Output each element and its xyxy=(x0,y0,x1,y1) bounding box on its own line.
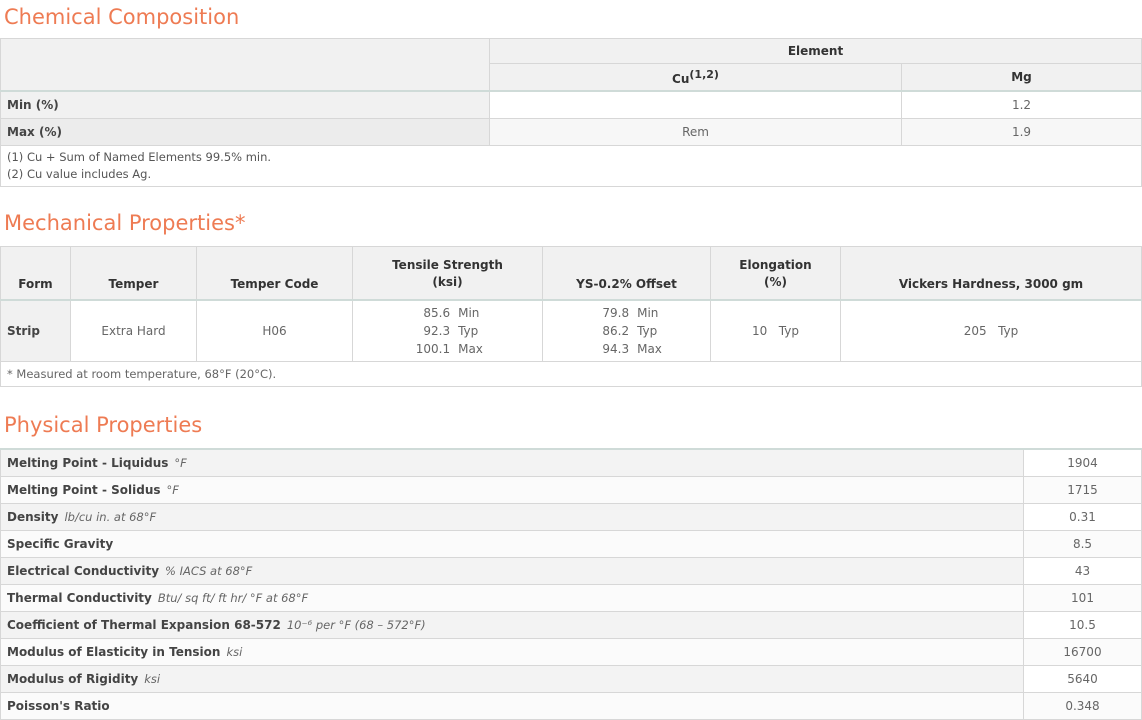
property-unit: ksi xyxy=(226,645,243,659)
chem-corner-header xyxy=(0,38,490,92)
property-value-coefficient-of-thermal-expansion-68-572: 10.5 xyxy=(1023,611,1142,639)
table-row: Melting Point - Solidus °F 1715 xyxy=(0,476,1142,504)
property-label-melting-point-liquidus: Melting Point - Liquidus °F xyxy=(0,448,1024,477)
property-unit: ksi xyxy=(144,672,161,686)
element-cu-name: Cu xyxy=(672,72,690,86)
property-value-melting-point-solidus: 1715 xyxy=(1023,476,1142,504)
table-row: Min (%) 1.2 xyxy=(0,90,1142,119)
property-label-melting-point-solidus: Melting Point - Solidus °F xyxy=(0,476,1024,504)
table-row: Thermal Conductivity Btu/ sq ft/ ft hr/ °… xyxy=(0,584,1142,612)
footnote-1: (1) Cu + Sum of Named Elements 99.5% min… xyxy=(7,150,272,164)
property-label-specific-gravity: Specific Gravity xyxy=(0,530,1024,558)
property-value-thermal-conductivity: 101 xyxy=(1023,584,1142,612)
header-yield-strength: YS-0.2% Offset xyxy=(542,246,711,301)
property-unit: °F xyxy=(174,456,187,470)
property-label-modulus-of-rigidity: Modulus of Rigidity ksi xyxy=(0,665,1024,693)
table-row: Strip Extra Hard H06 85.6 Min 92.3 Typ 100… xyxy=(0,299,1142,362)
property-value-specific-gravity: 8.5 xyxy=(1023,530,1142,558)
chemical-composition-title: Chemical Composition xyxy=(4,5,240,29)
table-row: Coefficient of Thermal Expansion 68-572 1… xyxy=(0,611,1142,639)
header-elongation: Elongation (%) xyxy=(710,246,841,301)
tensile-strength-values: 85.6 Min 92.3 Typ 100.1 Max xyxy=(352,299,543,362)
table-row: Electrical Conductivity % IACS at 68°F 43 xyxy=(0,557,1142,585)
temper-code-value: H06 xyxy=(196,299,353,362)
element-mg-name: Mg xyxy=(1011,70,1032,84)
property-name: Coefficient of Thermal Expansion 68-572 xyxy=(7,618,281,632)
temper-value: Extra Hard xyxy=(70,299,197,362)
row-label-min: Min (%) xyxy=(0,90,490,119)
mg-min-value: 1.2 xyxy=(901,90,1142,119)
property-label-electrical-conductivity: Electrical Conductivity % IACS at 68°F xyxy=(0,557,1024,585)
table-row: Poisson's Ratio 0.348 xyxy=(0,692,1142,720)
mechanical-properties-title: Mechanical Properties* xyxy=(4,211,246,235)
property-value-poisson-s-ratio: 0.348 xyxy=(1023,692,1142,720)
property-unit: % IACS at 68°F xyxy=(165,564,253,578)
cu-min-value xyxy=(489,90,902,119)
property-name: Poisson's Ratio xyxy=(7,699,110,713)
property-name: Electrical Conductivity xyxy=(7,564,160,578)
property-unit: lb/cu in. at 68°F xyxy=(64,510,157,524)
element-column-cu: Cu(1,2) xyxy=(489,63,902,92)
table-row: Specific Gravity 8.5 xyxy=(0,530,1142,558)
element-cu-footnote-ref: (1,2) xyxy=(689,68,719,81)
property-name: Modulus of Elasticity in Tension xyxy=(7,645,221,659)
footnote-2: (2) Cu value includes Ag. xyxy=(7,167,152,181)
chemical-composition-table: Element Cu(1,2) Mg Min (%) 1.2 Max (%) R… xyxy=(0,38,1142,187)
property-label-poisson-s-ratio: Poisson's Ratio xyxy=(0,692,1024,720)
physical-properties-table: Melting Point - Liquidus °F 1904 Melting Po… xyxy=(0,448,1142,720)
table-row: Modulus of Rigidity ksi 5640 xyxy=(0,665,1142,693)
table-row: Modulus of Elasticity in Tension ksi 16700 xyxy=(0,638,1142,666)
property-unit: 10⁻⁶ per °F (68 – 572°F) xyxy=(286,618,426,632)
element-group-header: Element xyxy=(489,38,1142,64)
page: Chemical Composition Element Cu(1,2) Mg … xyxy=(0,3,1142,720)
element-column-mg: Mg xyxy=(901,63,1142,92)
mechanical-footnote: * Measured at room temperature, 68°F (20… xyxy=(0,361,1142,387)
property-name: Melting Point - Liquidus xyxy=(7,456,169,470)
header-tensile-strength: Tensile Strength (ksi) xyxy=(352,246,543,301)
mg-max-value: 1.9 xyxy=(901,118,1142,146)
property-label-thermal-conductivity: Thermal Conductivity Btu/ sq ft/ ft hr/ °… xyxy=(0,584,1024,612)
table-row: Density lb/cu in. at 68°F 0.31 xyxy=(0,503,1142,531)
mechanical-properties-table: Form Temper Temper Code Tensile Strength… xyxy=(0,246,1142,387)
property-value-electrical-conductivity: 43 xyxy=(1023,557,1142,585)
property-value-modulus-of-rigidity: 5640 xyxy=(1023,665,1142,693)
property-value-melting-point-liquidus: 1904 xyxy=(1023,448,1142,477)
property-value-density: 0.31 xyxy=(1023,503,1142,531)
hardness-value: 205 Typ xyxy=(840,299,1142,362)
property-value-modulus-of-elasticity-in-tension: 16700 xyxy=(1023,638,1142,666)
header-temper-code: Temper Code xyxy=(196,246,353,301)
property-label-density: Density lb/cu in. at 68°F xyxy=(0,503,1024,531)
header-vickers-hardness: Vickers Hardness, 3000 gm xyxy=(840,246,1142,301)
property-name: Density xyxy=(7,510,59,524)
header-temper: Temper xyxy=(70,246,197,301)
property-label-coefficient-of-thermal-expansion-68-572: Coefficient of Thermal Expansion 68-572 1… xyxy=(0,611,1024,639)
row-label-max: Max (%) xyxy=(0,118,490,146)
yield-strength-values: 79.8 Min 86.2 Typ 94.3 Max xyxy=(542,299,711,362)
property-unit: Btu/ sq ft/ ft hr/ °F at 68°F xyxy=(157,591,309,605)
table-row: Max (%) Rem 1.9 xyxy=(0,118,1142,146)
property-name: Modulus of Rigidity xyxy=(7,672,139,686)
elongation-value: 10 Typ xyxy=(710,299,841,362)
property-name: Thermal Conductivity xyxy=(7,591,152,605)
property-unit: °F xyxy=(166,483,179,497)
property-name: Specific Gravity xyxy=(7,537,114,551)
header-form: Form xyxy=(0,246,71,301)
chemical-footnotes: (1) Cu + Sum of Named Elements 99.5% min… xyxy=(0,145,1142,187)
cu-max-value: Rem xyxy=(489,118,902,146)
form-value: Strip xyxy=(0,299,71,362)
property-name: Melting Point - Solidus xyxy=(7,483,161,497)
table-row: Melting Point - Liquidus °F 1904 xyxy=(0,448,1142,477)
property-label-modulus-of-elasticity-in-tension: Modulus of Elasticity in Tension ksi xyxy=(0,638,1024,666)
physical-properties-title: Physical Properties xyxy=(4,413,203,437)
